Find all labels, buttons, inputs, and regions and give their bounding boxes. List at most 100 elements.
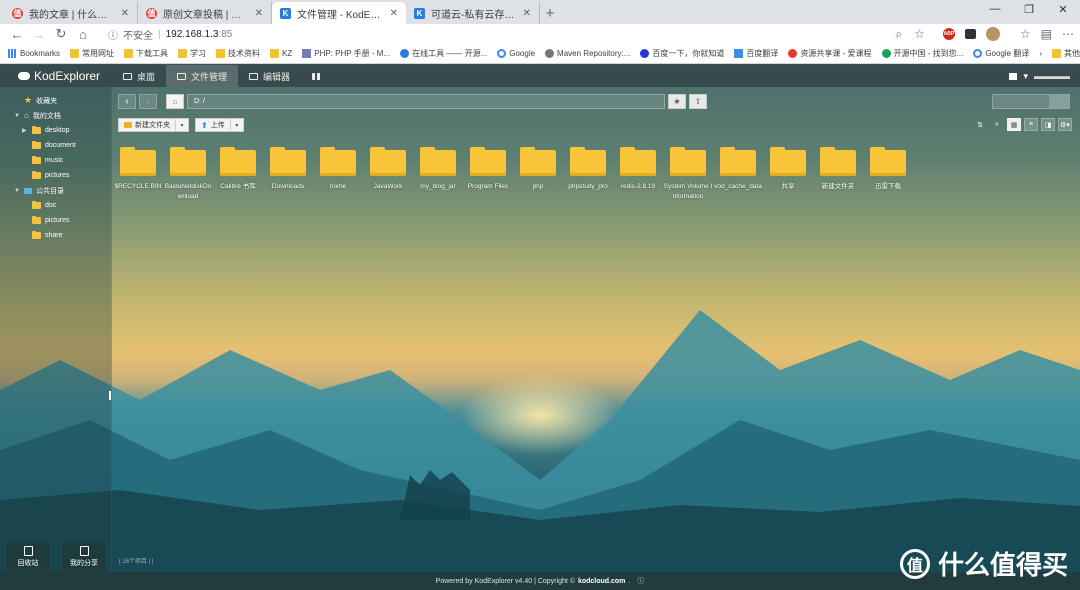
search-input[interactable] xyxy=(992,94,1070,109)
back-button[interactable]: ← xyxy=(6,24,28,44)
info-icon[interactable]: ⓘ xyxy=(637,576,644,586)
bookmark-folder[interactable]: 学习 xyxy=(178,48,206,59)
recycle-bin-button[interactable]: 回收站 xyxy=(6,543,50,571)
close-window-button[interactable]: ✕ xyxy=(1046,0,1080,18)
upload-cloud-button[interactable]: ⇪ xyxy=(689,94,707,109)
file-item[interactable]: JavaWork xyxy=(363,146,413,202)
reload-button[interactable]: ↻ xyxy=(50,24,72,44)
nav-editor[interactable]: 编辑器 xyxy=(238,65,301,87)
nav-file-manager[interactable]: 文件管理 xyxy=(166,65,239,87)
file-item[interactable]: redis-2.8.19 xyxy=(613,146,663,202)
tab-close-icon[interactable]: ✕ xyxy=(121,8,129,19)
search-icon[interactable] xyxy=(1049,95,1069,108)
file-item[interactable]: phpstudy_pro xyxy=(563,146,613,202)
adblock-icon[interactable]: ABP xyxy=(942,28,955,40)
bookmark-folder[interactable]: 常用网址 xyxy=(70,48,114,59)
tree-public[interactable]: ▼ 公共目录 xyxy=(0,183,111,198)
zoom-icon[interactable]: ⌕ xyxy=(895,27,902,42)
tree-folder-share[interactable]: share xyxy=(0,228,111,243)
collections-icon[interactable]: ▤ xyxy=(1041,27,1052,41)
tree-folder-music[interactable]: music xyxy=(0,153,111,168)
tree-folder-document[interactable]: document xyxy=(0,138,111,153)
tree-folder-pictures[interactable]: pictures xyxy=(0,168,111,183)
back-button[interactable]: ‹ xyxy=(118,94,136,109)
address-bar[interactable]: ⓘ 不安全 | 192.168.1.3:85 ⌕ ☆ xyxy=(100,26,935,43)
bookmark-item[interactable]: 资源共享课 - 爱课程 xyxy=(788,48,872,59)
user-menu[interactable]: ▬▬▬▬ xyxy=(1034,71,1070,81)
tree-my-docs[interactable]: ▼ ⌂ 我的文档 xyxy=(0,108,111,123)
browser-tab[interactable]: 值 原创文章投稿 | 什么值得买 ✕ xyxy=(138,2,272,24)
bookmark-item[interactable]: Google xyxy=(497,49,535,58)
file-item[interactable]: 迅雷下载 xyxy=(863,146,913,202)
nav-apps[interactable] xyxy=(301,65,332,87)
browser-tab[interactable]: 值 我的文章 | 什么值得买 ✕ xyxy=(4,2,138,24)
tree-favorites[interactable]: ★ 收藏夹 xyxy=(0,93,111,108)
path-input[interactable]: D: / xyxy=(187,94,665,109)
tab-close-icon[interactable]: ✕ xyxy=(523,8,531,19)
nav-desktop[interactable]: 桌面 xyxy=(112,65,166,87)
bookmark-item[interactable]: 在线工具 —— 开源... xyxy=(400,48,487,59)
favorite-star-button[interactable]: ★ xyxy=(668,94,686,109)
file-item[interactable]: my_blog_jar xyxy=(413,146,463,202)
my-share-button[interactable]: 我的分享 xyxy=(62,543,106,571)
chevron-down-icon[interactable]: ▾ xyxy=(1023,71,1028,82)
expand-arrow-icon[interactable]: ▶ xyxy=(22,127,28,134)
forward-button[interactable]: → xyxy=(28,24,50,44)
zoom-icon[interactable]: ⌕ xyxy=(990,118,1004,131)
bookmark-item[interactable]: Google 翻译 xyxy=(973,48,1029,59)
new-folder-button[interactable]: 新建文件夹 ▾ xyxy=(118,118,189,132)
sort-icon[interactable]: ⇅ xyxy=(973,118,987,131)
file-item[interactable]: Downloads xyxy=(263,146,313,202)
list-view-button[interactable]: ≡ xyxy=(1024,118,1038,131)
expand-arrow-icon[interactable]: ▼ xyxy=(14,188,20,194)
expand-arrow-icon[interactable]: ▼ xyxy=(14,113,20,119)
chevron-down-icon[interactable]: ▾ xyxy=(229,119,243,131)
extension-icon[interactable] xyxy=(964,29,976,39)
tab-close-icon[interactable]: ✕ xyxy=(255,8,263,19)
chevron-down-icon[interactable]: ▾ xyxy=(175,119,188,131)
file-item[interactable]: php xyxy=(513,146,563,202)
bookmark-item[interactable]: Maven Repository:... xyxy=(545,49,630,58)
icon-view-button[interactable]: ▦ xyxy=(1007,118,1021,131)
minimize-button[interactable]: — xyxy=(978,0,1012,18)
bookmark-item[interactable]: Bookmarks xyxy=(8,49,60,58)
reading-list-icon[interactable]: ☆ xyxy=(1020,27,1031,41)
file-item[interactable]: BaiduNetdiskDownload xyxy=(163,146,213,202)
split-view-button[interactable]: ◨ xyxy=(1041,118,1055,131)
browser-tab[interactable]: K 可道云-私有云存储&协同办公平台 ✕ xyxy=(406,2,540,24)
menu-icon[interactable]: ⋯ xyxy=(1062,27,1074,41)
file-item[interactable]: System Volume Information xyxy=(663,146,713,202)
bookmark-item[interactable]: 百度翻译 xyxy=(734,48,778,59)
bookmark-item[interactable]: 百度一下，你就知道 xyxy=(640,48,724,59)
settings-dropdown[interactable]: ⚙▾ xyxy=(1058,118,1072,131)
home-icon[interactable]: ⌂ xyxy=(166,94,184,109)
info-icon[interactable]: ⓘ xyxy=(108,27,118,42)
forward-button[interactable]: › xyxy=(139,94,157,109)
file-item[interactable]: Program Files xyxy=(463,146,513,202)
flag-icon[interactable] xyxy=(1009,72,1018,80)
file-item[interactable]: home xyxy=(313,146,363,202)
bookmark-folder[interactable]: 下载工具 xyxy=(124,48,168,59)
tree-folder-desktop[interactable]: ▶ desktop xyxy=(0,123,111,138)
bookmark-item[interactable]: PHP: PHP 手册 - M... xyxy=(302,48,390,59)
browser-tab-active[interactable]: K 文件管理 - KodExplorer - Powered ✕ xyxy=(272,2,406,24)
tab-close-icon[interactable]: ✕ xyxy=(390,8,398,19)
file-item[interactable]: Calibre 书库 xyxy=(213,146,263,202)
new-tab-button[interactable]: + xyxy=(540,2,560,24)
footer-link[interactable]: kodcloud.com xyxy=(578,578,625,585)
maximize-button[interactable]: ❐ xyxy=(1012,0,1046,18)
upload-button[interactable]: ⬆ 上传 ▾ xyxy=(195,118,244,132)
logo[interactable]: KodExplorer xyxy=(0,69,112,83)
bookmark-star-icon[interactable]: ☆ xyxy=(914,27,925,41)
chevron-right-icon[interactable]: › xyxy=(1039,49,1042,58)
tree-folder-pictures[interactable]: pictures xyxy=(0,213,111,228)
file-item[interactable]: $RECYCLE.BIN xyxy=(113,146,163,202)
tree-folder-doc[interactable]: doc xyxy=(0,198,111,213)
home-button[interactable]: ⌂ xyxy=(72,24,94,44)
bookmark-folder[interactable]: 技术资料 xyxy=(216,48,260,59)
bookmark-item[interactable]: 开源中国 - 找到您... xyxy=(881,48,963,59)
bookmark-folder[interactable]: KZ xyxy=(270,49,292,58)
file-item[interactable]: vod_cache_data xyxy=(713,146,763,202)
other-bookmarks-folder[interactable]: 其他收藏夹 xyxy=(1052,48,1080,59)
profile-avatar[interactable] xyxy=(985,27,1000,41)
